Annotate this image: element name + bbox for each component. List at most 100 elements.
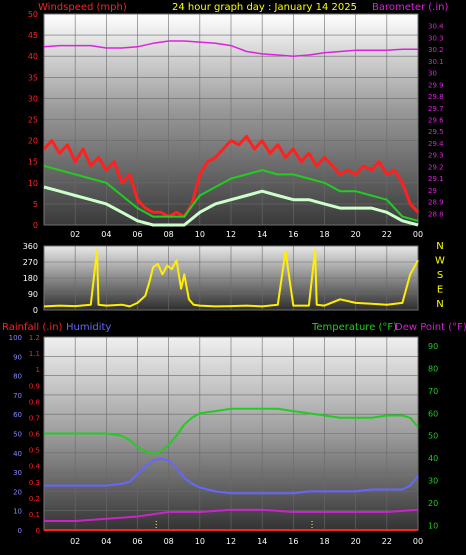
wind-x-tick: 22 — [382, 230, 392, 239]
temperature-y-tick: 60 — [428, 409, 438, 418]
compass-label: N — [436, 241, 443, 252]
windspeed-y-tick: 15 — [28, 158, 38, 167]
rainfall-y-tick: 0.3 — [29, 479, 40, 487]
wind-x-tick: 16 — [288, 230, 298, 239]
temperature-y-tick: 20 — [428, 499, 438, 508]
humidity-y-tick: 60 — [13, 411, 22, 419]
direction-y-tick: 0 — [33, 306, 38, 315]
rainfall-y-tick: 0.8 — [29, 398, 40, 406]
wind-x-tick: 12 — [226, 230, 236, 239]
wind-x-tick: 18 — [319, 230, 329, 239]
rainfall-y-tick: 0.7 — [29, 414, 40, 422]
humidity-y-tick: 100 — [9, 334, 22, 342]
wind-x-ticks: 02 04 06 08 10 12 14 16 18 20 22 00 — [70, 230, 423, 239]
temp-x-tick: 22 — [382, 537, 392, 546]
barometer-y-tick: 29.7 — [428, 105, 444, 113]
barometer-y-tick: 29.6 — [428, 117, 444, 125]
barometer-y-tick: 29.3 — [428, 152, 444, 160]
wind-x-tick: 10 — [195, 230, 205, 239]
temperature-y-tick: 70 — [428, 387, 438, 396]
temperature-y-tick: 30 — [428, 477, 438, 486]
rainfall-axis-title: Rainfall (.in) — [2, 322, 63, 333]
humidity-y-tick: 10 — [13, 508, 22, 516]
windspeed-y-tick: 45 — [28, 31, 38, 40]
windspeed-y-tick: 30 — [28, 94, 38, 103]
compass-label: S — [437, 270, 443, 281]
rainfall-y-tick: 0.2 — [29, 495, 40, 503]
barometer-y-tick: 28.9 — [428, 199, 444, 207]
direction-y-tick: 360 — [23, 242, 38, 251]
barometer-y-tick: 29.1 — [428, 175, 444, 183]
humidity-y-tick: 0 — [18, 527, 22, 535]
barometer-y-ticks: 28.8 28.9 29 29.1 29.2 29.3 29.4 29.5 29.6 29.7 29… — [428, 23, 444, 219]
temperature-axis-title: Temperature (°F) — [311, 322, 397, 333]
rainfall-y-ticks: 0 0.1 0.2 0.3 0.4 0.5 0.6 0.7 0.8 0.9 1 1.1 1.2 — [29, 334, 41, 535]
wind-x-tick: 06 — [132, 230, 142, 239]
barometer-y-tick: 30 — [428, 70, 437, 78]
rainfall-y-tick: 0.1 — [29, 511, 40, 519]
windspeed-y-ticks: 0 5 10 15 20 25 30 35 40 45 50 — [28, 10, 38, 230]
barometer-y-tick: 28.8 — [428, 210, 444, 218]
compass-label: E — [437, 285, 443, 296]
humidity-y-tick: 20 — [13, 488, 22, 496]
temp-x-tick: 20 — [351, 537, 361, 546]
wind-x-tick: 02 — [70, 230, 80, 239]
temperature-y-tick: 10 — [428, 522, 438, 531]
rainfall-y-tick: 0 — [36, 527, 40, 535]
barometer-y-tick: 29.2 — [428, 163, 444, 171]
windspeed-y-tick: 50 — [28, 10, 38, 19]
windspeed-axis-title: Windspeed (mph) — [38, 2, 127, 13]
windspeed-y-tick: 0 — [33, 221, 38, 230]
humidity-y-tick: 50 — [13, 431, 22, 439]
temp-x-ticks: 02 04 06 08 10 12 14 16 18 20 22 00 — [70, 537, 423, 546]
humidity-y-tick: 30 — [13, 469, 22, 477]
rainfall-y-tick: 1.2 — [29, 334, 40, 342]
compass-labels: NWSEN — [435, 241, 445, 310]
rainfall-y-tick: 0.4 — [29, 463, 41, 471]
temp-x-tick: 06 — [132, 537, 142, 546]
barometer-y-tick: 29.5 — [428, 128, 444, 136]
wind-x-tick: 00 — [413, 230, 423, 239]
direction-y-tick: 90 — [28, 290, 38, 299]
humidity-y-tick: 80 — [13, 373, 22, 381]
humidity-y-tick: 90 — [13, 353, 22, 361]
temperature-y-tick: 40 — [428, 454, 438, 463]
barometer-y-tick: 30.3 — [428, 34, 444, 42]
temperature-y-tick: 50 — [428, 432, 438, 441]
barometer-y-tick: 29 — [428, 187, 437, 195]
barometer-y-tick: 29.9 — [428, 81, 444, 89]
windspeed-y-tick: 25 — [28, 116, 38, 125]
barometer-y-tick: 29.8 — [428, 93, 444, 101]
temp-x-tick: 04 — [101, 537, 111, 546]
compass-label: N — [436, 299, 443, 310]
rainfall-y-tick: 0.5 — [29, 447, 40, 455]
chart-title: 24 hour graph day : January 14 2025 — [172, 2, 357, 13]
direction-y-ticks: 0 90 180 270 360 — [23, 242, 38, 315]
wind-x-tick: 14 — [257, 230, 267, 239]
temp-x-tick: 18 — [319, 537, 329, 546]
weather-graph: Windspeed (mph) 24 hour graph day : Janu… — [2, 2, 466, 546]
temperature-y-tick: 80 — [428, 364, 438, 373]
rainfall-y-tick: 0.6 — [29, 431, 41, 439]
temp-x-tick: 12 — [226, 537, 236, 546]
rainfall-y-tick: 1.1 — [29, 350, 40, 358]
barometer-y-tick: 30.2 — [428, 46, 444, 54]
temp-x-tick: 14 — [257, 537, 267, 546]
humidity-axis-title: Humidity — [66, 322, 111, 333]
compass-label: W — [435, 256, 445, 267]
humidity-y-tick: 70 — [13, 392, 22, 400]
temp-x-tick: 02 — [70, 537, 80, 546]
rainfall-y-tick: 0.9 — [29, 382, 40, 390]
direction-y-tick: 270 — [23, 258, 38, 267]
temp-x-tick: 16 — [288, 537, 298, 546]
temp-x-tick: 08 — [164, 537, 174, 546]
direction-y-tick: 180 — [23, 274, 38, 283]
temp-x-tick: 00 — [413, 537, 423, 546]
temperature-y-tick: 90 — [428, 342, 438, 351]
windspeed-y-tick: 35 — [28, 73, 38, 82]
windspeed-y-tick: 40 — [28, 52, 38, 61]
temperature-y-ticks: 10 20 30 40 50 60 70 80 90 — [428, 342, 438, 531]
humidity-y-ticks: 0 10 20 30 40 50 60 70 80 90 100 — [9, 334, 22, 535]
barometer-y-tick: 30.1 — [428, 58, 444, 66]
barometer-y-tick: 29.4 — [428, 140, 444, 148]
